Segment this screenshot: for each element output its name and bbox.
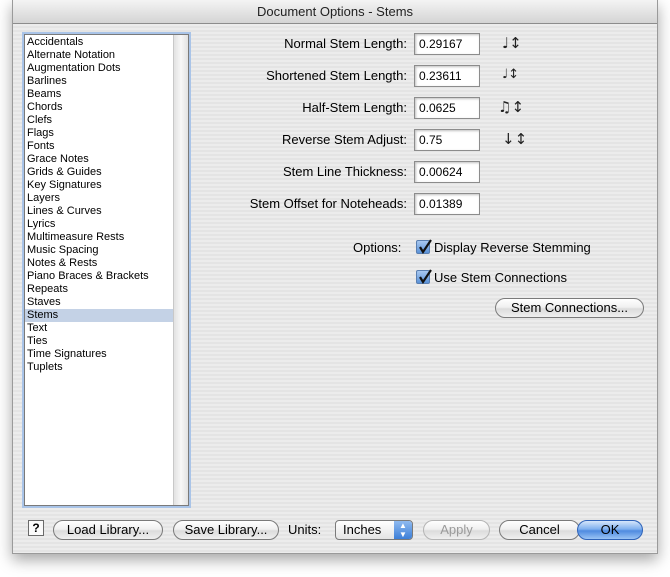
shortened-stem-length-row: Shortened Stem Length: — [13, 65, 659, 87]
half-stem-length-icon: ♫↕ — [498, 98, 525, 116]
reverse-stem-adjust-icon: ↓↕ — [502, 130, 528, 148]
category-item-notes-rests[interactable]: Notes & Rests — [25, 257, 173, 270]
reverse-stem-adjust-label: Reverse Stem Adjust: — [282, 132, 407, 147]
stem-offset-label: Stem Offset for Noteheads: — [249, 196, 407, 211]
display-reverse-stemming-label[interactable]: Display Reverse Stemming — [434, 240, 591, 256]
category-item-multimeasure-rests[interactable]: Multimeasure Rests — [25, 231, 173, 244]
normal-stem-length-icon: ♩↕ — [502, 34, 522, 52]
shortened-stem-length-icon: ♩↕ — [502, 67, 520, 82]
normal-stem-length-row: Normal Stem Length: — [13, 33, 659, 55]
apply-button[interactable]: Apply — [423, 520, 490, 540]
stem-line-thickness-field[interactable] — [414, 161, 480, 183]
window-title: Document Options - Stems — [13, 0, 657, 24]
use-stem-connections-label[interactable]: Use Stem Connections — [434, 270, 567, 286]
category-item-ties[interactable]: Ties — [25, 335, 173, 348]
category-item-time-signatures[interactable]: Time Signatures — [25, 348, 173, 361]
half-stem-length-label: Half-Stem Length: — [302, 100, 407, 115]
category-item-text[interactable]: Text — [25, 322, 173, 335]
stem-offset-field[interactable] — [414, 193, 480, 215]
half-stem-length-row: Half-Stem Length: — [13, 97, 659, 119]
shortened-stem-length-field[interactable] — [414, 65, 480, 87]
ok-button[interactable]: OK — [577, 520, 643, 540]
category-item-music-spacing[interactable]: Music Spacing — [25, 244, 173, 257]
use-stem-connections-checkbox[interactable] — [416, 269, 432, 285]
document-options-window: Document Options - Stems Accidentals Alte… — [12, 0, 658, 554]
normal-stem-length-field[interactable] — [414, 33, 480, 55]
options-label: Options: — [353, 240, 402, 255]
cancel-button[interactable]: Cancel — [499, 520, 580, 540]
category-item-staves[interactable]: Staves — [25, 296, 173, 309]
category-item-lyrics[interactable]: Lyrics — [25, 218, 173, 231]
stem-line-thickness-label: Stem Line Thickness: — [282, 164, 407, 179]
category-item-repeats[interactable]: Repeats — [25, 283, 173, 296]
help-button[interactable]: ? — [28, 520, 44, 536]
stem-offset-row: Stem Offset for Noteheads: — [13, 193, 659, 215]
reverse-stem-adjust-field[interactable] — [414, 129, 480, 151]
half-stem-length-field[interactable] — [414, 97, 480, 119]
normal-stem-length-label: Normal Stem Length: — [284, 36, 407, 51]
shortened-stem-length-label: Shortened Stem Length: — [266, 68, 407, 83]
category-item-tuplets[interactable]: Tuplets — [25, 361, 173, 374]
units-value: Inches — [343, 522, 382, 537]
category-item-piano-braces-brackets[interactable]: Piano Braces & Brackets — [25, 270, 173, 283]
category-item-stems[interactable]: Stems — [25, 309, 173, 322]
units-popup[interactable]: Inches ▲ ▼ — [335, 520, 413, 540]
units-label: Units: — [288, 522, 322, 537]
display-reverse-stemming-checkbox[interactable] — [416, 239, 432, 255]
load-library-button[interactable]: Load Library... — [53, 520, 163, 540]
reverse-stem-adjust-row: Reverse Stem Adjust: — [13, 129, 659, 151]
chevron-updown-icon: ▲ ▼ — [394, 521, 412, 539]
save-library-button[interactable]: Save Library... — [173, 520, 279, 540]
stem-connections-button[interactable]: Stem Connections... — [495, 298, 644, 318]
stem-line-thickness-row: Stem Line Thickness: — [13, 161, 659, 183]
